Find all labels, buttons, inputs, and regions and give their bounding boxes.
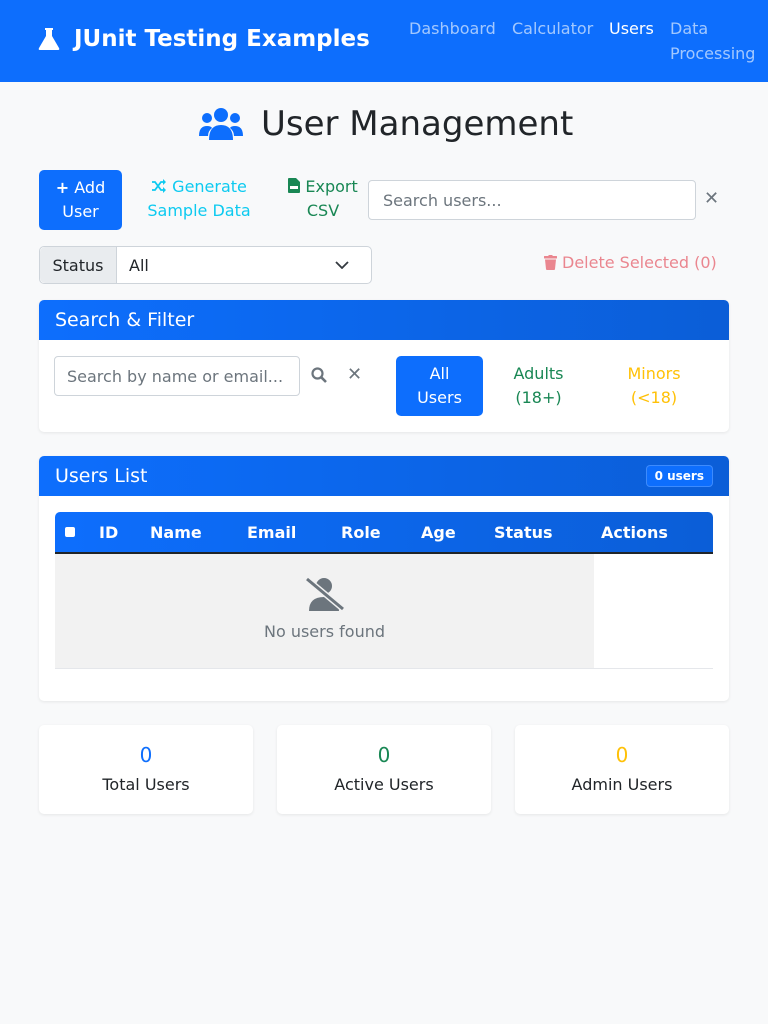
- add-user-label-1: Add: [74, 178, 106, 197]
- navbar: JUnit Testing Examples Dashboard Calcula…: [0, 0, 768, 82]
- plus-icon: +: [55, 178, 70, 197]
- clear-search-icon[interactable]: ✕: [704, 188, 719, 209]
- add-user-label-2: User: [62, 202, 99, 221]
- delete-selected-button[interactable]: Delete Selected (0): [544, 253, 717, 272]
- filter-search-input[interactable]: [54, 356, 300, 396]
- select-all-checkbox[interactable]: [65, 527, 75, 537]
- generate-label-1: Generate: [172, 177, 247, 196]
- stat-active-label: Active Users: [334, 775, 434, 794]
- status-selected-value: All: [129, 255, 149, 275]
- search-filter-title: Search & Filter: [55, 309, 195, 331]
- nav-data-processing-line1: Data: [670, 19, 709, 38]
- stat-total-value: 0: [139, 743, 153, 767]
- filter-all-label-2: Users: [417, 388, 462, 407]
- shuffle-icon: [152, 179, 167, 193]
- stat-admin-value: 0: [615, 743, 629, 767]
- nav-dashboard[interactable]: Dashboard: [409, 16, 496, 41]
- column-actions: Actions: [601, 523, 668, 542]
- status-label: Status: [40, 247, 117, 283]
- search-icon[interactable]: [311, 367, 327, 383]
- stat-admin-users: 0 Admin Users: [515, 725, 729, 814]
- page-title: User Management: [199, 104, 573, 144]
- flask-icon: [38, 28, 60, 50]
- status-filter: Status All: [39, 246, 372, 284]
- filter-all-label-1: All: [429, 364, 450, 383]
- filter-minors-label-2: (<18): [630, 388, 678, 407]
- export-csv-button[interactable]: Export CSV: [282, 175, 364, 223]
- column-age[interactable]: Age: [421, 523, 456, 542]
- column-status[interactable]: Status: [494, 523, 553, 542]
- nav-users[interactable]: Users: [609, 16, 654, 41]
- search-users-input[interactable]: [368, 180, 696, 220]
- nav-calculator[interactable]: Calculator: [512, 16, 593, 41]
- export-label-1: Export: [305, 177, 358, 196]
- generate-sample-data-button[interactable]: Generate Sample Data: [140, 175, 258, 223]
- users-table: ID Name Email Role Age Status Actions No…: [55, 512, 713, 669]
- users-list-header: Users List 0 users: [39, 456, 729, 496]
- stat-total-label: Total Users: [102, 775, 190, 794]
- page-title-text: User Management: [261, 104, 574, 144]
- user-slash-icon: [304, 576, 345, 612]
- filter-minors-label-1: Minors: [627, 364, 681, 383]
- csv-file-icon: [288, 178, 301, 193]
- export-label-2: CSV: [306, 201, 340, 220]
- column-name[interactable]: Name: [150, 523, 202, 542]
- brand-label: JUnit Testing Examples: [74, 26, 370, 52]
- stat-active-value: 0: [377, 743, 391, 767]
- generate-label-2: Sample Data: [147, 201, 251, 220]
- users-list-title: Users List: [55, 465, 148, 487]
- nav-data-processing[interactable]: Data Processing: [670, 16, 755, 66]
- users-list-card: Users List 0 users ID Name Email Role Ag…: [39, 456, 729, 701]
- stat-total-users: 0 Total Users: [39, 725, 253, 814]
- users-icon: [199, 108, 243, 140]
- filter-adults-label-2: (18+): [515, 388, 562, 407]
- filter-clear-icon[interactable]: ✕: [347, 364, 362, 385]
- trash-icon: [544, 255, 557, 270]
- search-filter-card: Search & Filter ✕ All Users Adults (18+)…: [39, 300, 729, 432]
- stat-admin-label: Admin Users: [571, 775, 673, 794]
- empty-state-text: No users found: [263, 622, 386, 641]
- add-user-button[interactable]: + Add User: [39, 170, 122, 230]
- brand[interactable]: JUnit Testing Examples: [38, 26, 370, 52]
- filter-minors-button[interactable]: Minors (<18): [614, 356, 694, 416]
- filter-adults-button[interactable]: Adults (18+): [499, 356, 578, 416]
- column-email[interactable]: Email: [247, 523, 296, 542]
- nav-data-processing-line2: Processing: [670, 44, 756, 63]
- users-count-badge: 0 users: [645, 465, 713, 487]
- filter-all-users-button[interactable]: All Users: [396, 356, 483, 416]
- delete-selected-label: Delete Selected (0): [562, 253, 717, 272]
- empty-state: No users found: [55, 554, 594, 668]
- table-bottom-border: [55, 668, 713, 669]
- chevron-down-icon: [335, 261, 349, 269]
- column-role[interactable]: Role: [341, 523, 381, 542]
- status-select[interactable]: All: [117, 247, 371, 283]
- search-filter-header: Search & Filter: [39, 300, 729, 340]
- column-id[interactable]: ID: [99, 523, 118, 542]
- table-header: ID Name Email Role Age Status Actions: [55, 512, 713, 554]
- filter-adults-label-1: Adults: [513, 364, 564, 383]
- stat-active-users: 0 Active Users: [277, 725, 491, 814]
